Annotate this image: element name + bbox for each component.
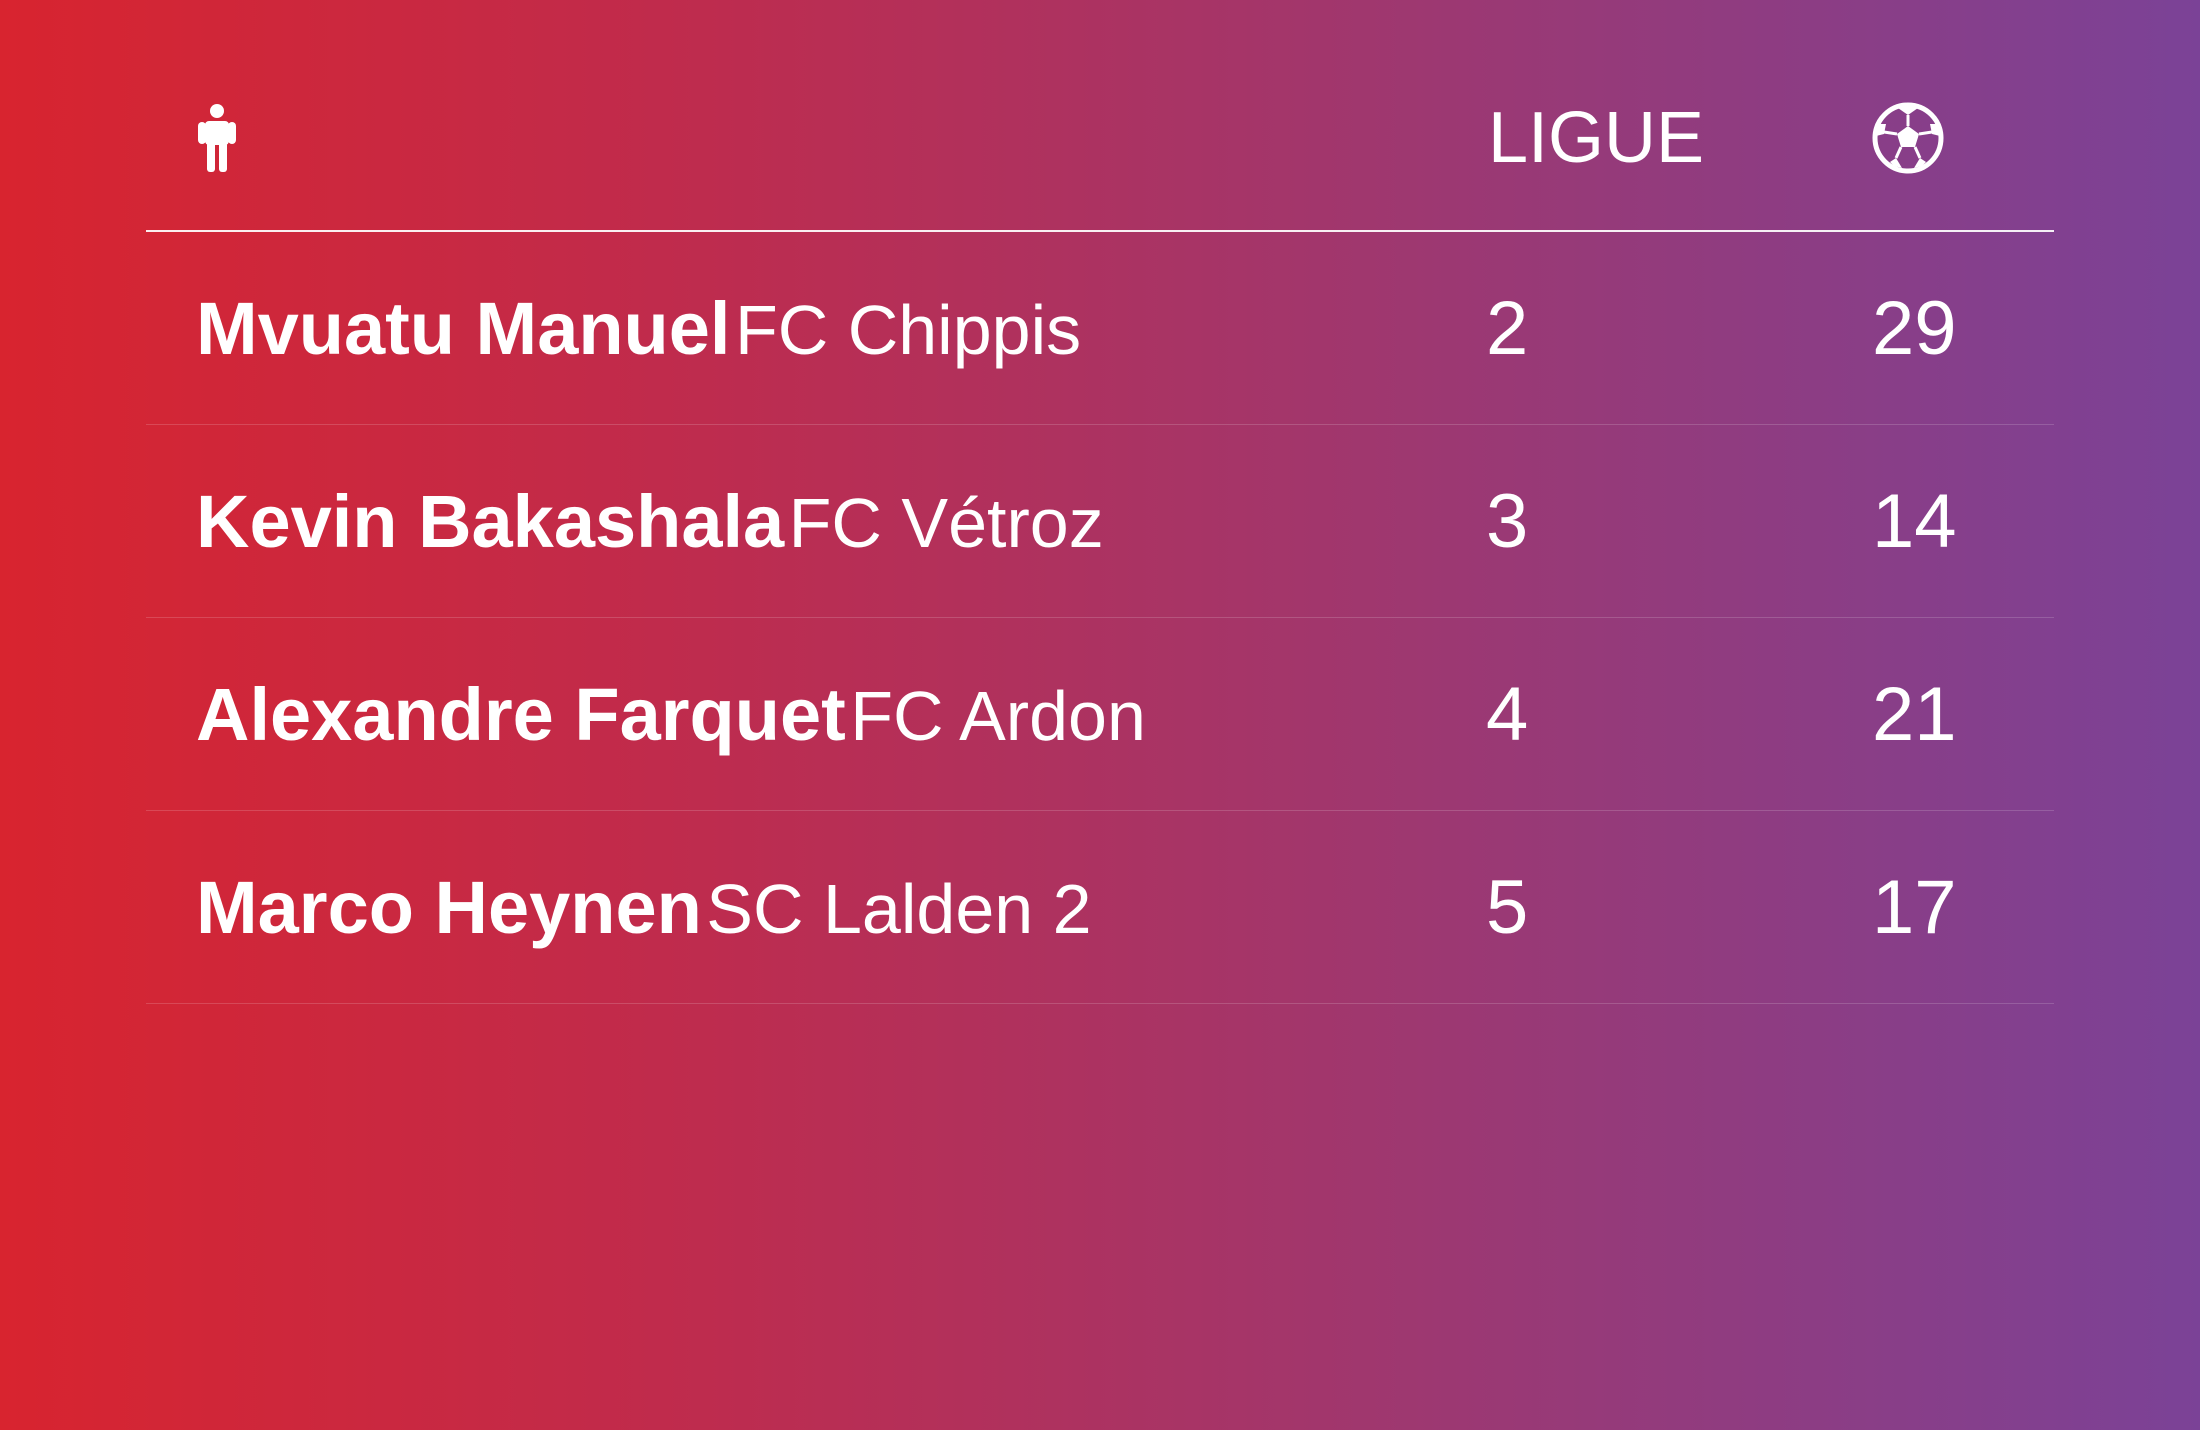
player-club: FC Vétroz bbox=[788, 484, 1104, 562]
league-value: 2 bbox=[1486, 286, 1529, 371]
player-club: SC Lalden 2 bbox=[706, 870, 1092, 948]
player-cell: Alexandre Farquet FC Ardon bbox=[196, 670, 1146, 781]
goals-value: 17 bbox=[1872, 865, 1957, 950]
table-row: Marco Heynen SC Lalden 2 5 17 bbox=[146, 811, 2054, 1004]
person-icon bbox=[196, 104, 238, 172]
player-club: FC Ardon bbox=[850, 677, 1146, 755]
goals-value: 14 bbox=[1872, 479, 1957, 564]
player-club: FC Chippis bbox=[734, 291, 1082, 369]
player-cell: Mvuatu Manuel FC Chippis bbox=[196, 284, 1081, 395]
league-value: 4 bbox=[1486, 672, 1529, 757]
table-row: Alexandre Farquet FC Ardon 4 21 bbox=[146, 618, 2054, 811]
scorers-table: LIGUE Mvuatu Manuel FC Chippis 2 29 Kevi… bbox=[146, 0, 2054, 1004]
league-value: 3 bbox=[1486, 479, 1529, 564]
player-cell: Marco Heynen SC Lalden 2 bbox=[196, 863, 1092, 974]
goals-value: 29 bbox=[1872, 286, 1957, 371]
table-row: Kevin Bakashala FC Vétroz 3 14 bbox=[146, 425, 2054, 618]
table-header: LIGUE bbox=[146, 0, 2054, 232]
goals-value: 21 bbox=[1872, 672, 1957, 757]
table-row: Mvuatu Manuel FC Chippis 2 29 bbox=[146, 232, 2054, 425]
league-value: 5 bbox=[1486, 865, 1529, 950]
league-column-header: LIGUE bbox=[1488, 98, 1705, 178]
player-name: Mvuatu Manuel bbox=[196, 287, 731, 370]
player-name: Kevin Bakashala bbox=[196, 480, 785, 563]
soccer-ball-icon bbox=[1872, 102, 1944, 174]
player-name: Alexandre Farquet bbox=[196, 673, 846, 756]
player-name: Marco Heynen bbox=[196, 866, 702, 949]
player-cell: Kevin Bakashala FC Vétroz bbox=[196, 477, 1104, 588]
